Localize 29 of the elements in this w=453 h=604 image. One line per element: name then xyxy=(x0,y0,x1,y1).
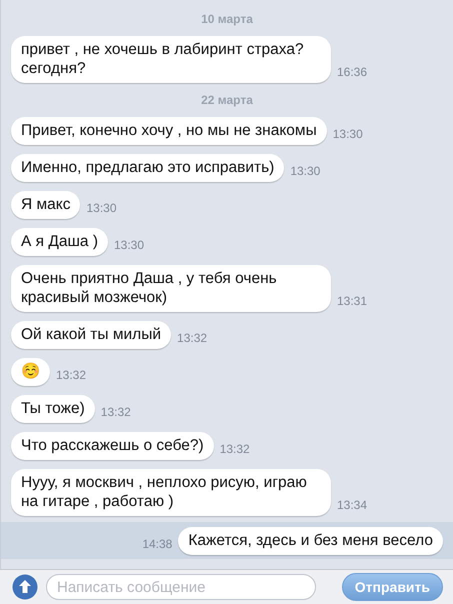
message-bubble: Именно, предлагаю это исправить) xyxy=(11,154,284,182)
message-bubble: Кажется, здесь и без меня весело xyxy=(178,527,443,555)
message-bubble: А я Даша ) xyxy=(11,228,108,256)
message-time: 13:32 xyxy=(220,441,250,458)
message-time: 14:38 xyxy=(142,536,172,553)
message-field[interactable]: Написать сообщение xyxy=(46,574,316,600)
message-time: 13:31 xyxy=(337,293,368,310)
message-bubble: Что расскажешь о себе?) xyxy=(11,432,214,460)
message-bubble: привет , не хочешь в лабиринт страха? сегодня? xyxy=(11,36,331,83)
message-time: 13:30 xyxy=(290,163,320,180)
message-time: 13:32 xyxy=(177,330,208,347)
message-bubble: Нууу, я москвич , неплохо рисую, играю на гитаре , работаю ) xyxy=(11,469,331,516)
message-time: 13:30 xyxy=(86,200,117,217)
message-time: 13:32 xyxy=(100,404,131,421)
message-bubble: Я макс xyxy=(11,191,80,219)
date-label: 22 марта xyxy=(201,92,253,108)
message-bubble: Ой какой ты милый xyxy=(11,321,172,349)
message-time: 16:36 xyxy=(337,64,368,81)
date-label: 10 марта xyxy=(201,11,253,27)
message-bubble: Привет, конечно хочу , но мы не знакомы xyxy=(11,117,327,145)
message-time: 13:30 xyxy=(114,237,144,254)
message-time: 13:30 xyxy=(332,126,363,143)
message-bubble: ☺ xyxy=(11,358,50,386)
send-button[interactable]: Отправить xyxy=(342,573,443,601)
message-time: 13:34 xyxy=(337,497,368,514)
attach-icon[interactable] xyxy=(12,574,38,600)
message-time: 13:32 xyxy=(56,367,86,384)
message-bubble: Очень приятно Даша , у тебя очень красивый мозжечок) xyxy=(11,265,331,312)
message-bubble: Ты тоже) xyxy=(11,395,95,423)
